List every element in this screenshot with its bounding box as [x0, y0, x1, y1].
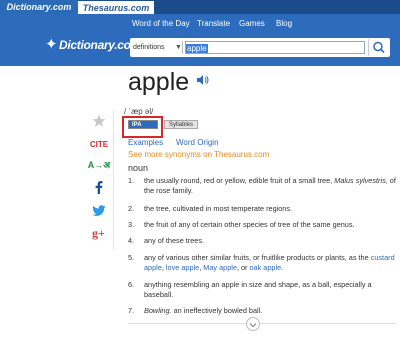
entry-word: apple	[128, 68, 190, 96]
definition-item: 2. the tree, cultivated in most temperat…	[128, 204, 396, 214]
site-logo[interactable]: ✦ Dictionary.com	[45, 34, 141, 58]
nav-word-of-the-day[interactable]: Word of the Day	[132, 19, 190, 28]
definition-item: 5. any of various other similar fruits, …	[128, 253, 396, 273]
google-plus-icon: g+	[92, 226, 105, 240]
cross-reference-link[interactable]: May apple	[203, 263, 237, 272]
share-rail: CITE A→अ g+	[84, 110, 114, 250]
search-divider	[182, 41, 183, 54]
nav-games[interactable]: Games	[239, 19, 265, 28]
definition-number: 6.	[128, 280, 135, 289]
facebook-share-button[interactable]	[84, 180, 114, 199]
ipa-toggle-button[interactable]: IPA	[128, 120, 158, 129]
definition-text-part: the usually round, red or yellow, edible…	[144, 176, 335, 185]
translate-button[interactable]: A→अ	[84, 158, 114, 171]
definition-number: 2.	[128, 204, 135, 213]
definition-text-part: an ineffectively bowled ball.	[171, 306, 263, 315]
definition-text: the fruit of any of certain other specie…	[144, 220, 355, 229]
speaker-icon	[197, 75, 209, 85]
word-origin-link[interactable]: Word Origin	[176, 138, 219, 147]
definition-text: Bowling. an ineffectively bowled ball.	[144, 306, 396, 316]
star-icon	[92, 114, 106, 127]
twitter-icon	[92, 205, 106, 216]
syllables-toggle-button[interactable]: Syllables	[164, 120, 198, 129]
cross-reference-link[interactable]: love apple	[166, 263, 199, 272]
definition-number: 3.	[128, 220, 135, 229]
logo-star-icon: ✦	[45, 36, 58, 53]
definition-number: 4.	[128, 236, 135, 245]
definition-number: 5.	[128, 253, 135, 262]
site-header: Word of the Day Translate Games Blog ✦ D…	[0, 14, 400, 66]
definition-number: 7.	[128, 306, 135, 315]
definition-item: 4. any of these trees.	[128, 236, 396, 246]
cite-button[interactable]: CITE	[84, 140, 114, 149]
facebook-icon	[95, 181, 103, 194]
tab-thesaurus[interactable]: Thesaurus.com	[78, 0, 154, 14]
tab-dictionary[interactable]: Dictionary.com	[0, 0, 78, 14]
definition-item: 6. anything resembling an apple in size …	[128, 280, 396, 300]
search-button[interactable]	[368, 39, 388, 56]
definition-text: any of these trees.	[144, 236, 205, 245]
part-of-speech: noun	[128, 163, 149, 173]
definition-label: Bowling.	[144, 306, 172, 315]
search-scope-select[interactable]: definitions ▼	[133, 41, 182, 54]
nav-translate[interactable]: Translate	[197, 19, 230, 28]
definition-item: 1. the usually round, red or yellow, edi…	[128, 176, 396, 196]
definition-text: any of various other similar fruits, or …	[144, 253, 395, 272]
pronunciation-text: / ˈæp əl/	[124, 107, 154, 116]
svg-text:g+: g+	[92, 226, 105, 240]
favorite-star-button[interactable]	[84, 114, 114, 133]
logo-text: Dictionary.com	[59, 38, 142, 52]
thesaurus-synonyms-link[interactable]: See more synonyms on Thesaurus.com	[128, 150, 269, 159]
definition-text: the tree, cultivated in most temperate r…	[144, 204, 293, 213]
search-input[interactable]: apple	[185, 41, 365, 54]
chevron-down-icon: ▼	[175, 44, 182, 51]
definition-text: anything resembling an apple in size and…	[144, 280, 372, 299]
search-icon	[373, 41, 385, 54]
cross-reference-link[interactable]: oak apple	[250, 263, 282, 272]
examples-link[interactable]: Examples	[128, 138, 163, 147]
site-tab-bar: Dictionary.com Thesaurus.com	[0, 0, 400, 14]
definition-text-part: any of various other similar fruits, or …	[144, 253, 371, 262]
definition-scientific-name: Malus sylvestris	[334, 176, 386, 185]
section-divider	[128, 323, 396, 324]
google-plus-share-button[interactable]: g+	[84, 226, 114, 245]
definition-item: 7. Bowling. an ineffectively bowled ball…	[128, 306, 396, 316]
twitter-share-button[interactable]	[84, 204, 114, 222]
definition-item: 3. the fruit of any of certain other spe…	[128, 220, 396, 230]
audio-pronunciation-button[interactable]	[196, 73, 210, 85]
search-bar: definitions ▼ apple	[130, 38, 390, 57]
definition-number: 1.	[128, 176, 135, 185]
chevron-down-icon	[249, 323, 257, 328]
show-more-button[interactable]	[246, 317, 260, 331]
search-scope-value: definitions	[133, 44, 165, 51]
nav-blog[interactable]: Blog	[276, 19, 292, 28]
definition-text: the usually round, red or yellow, edible…	[144, 176, 396, 196]
search-query-text: apple	[186, 44, 208, 53]
